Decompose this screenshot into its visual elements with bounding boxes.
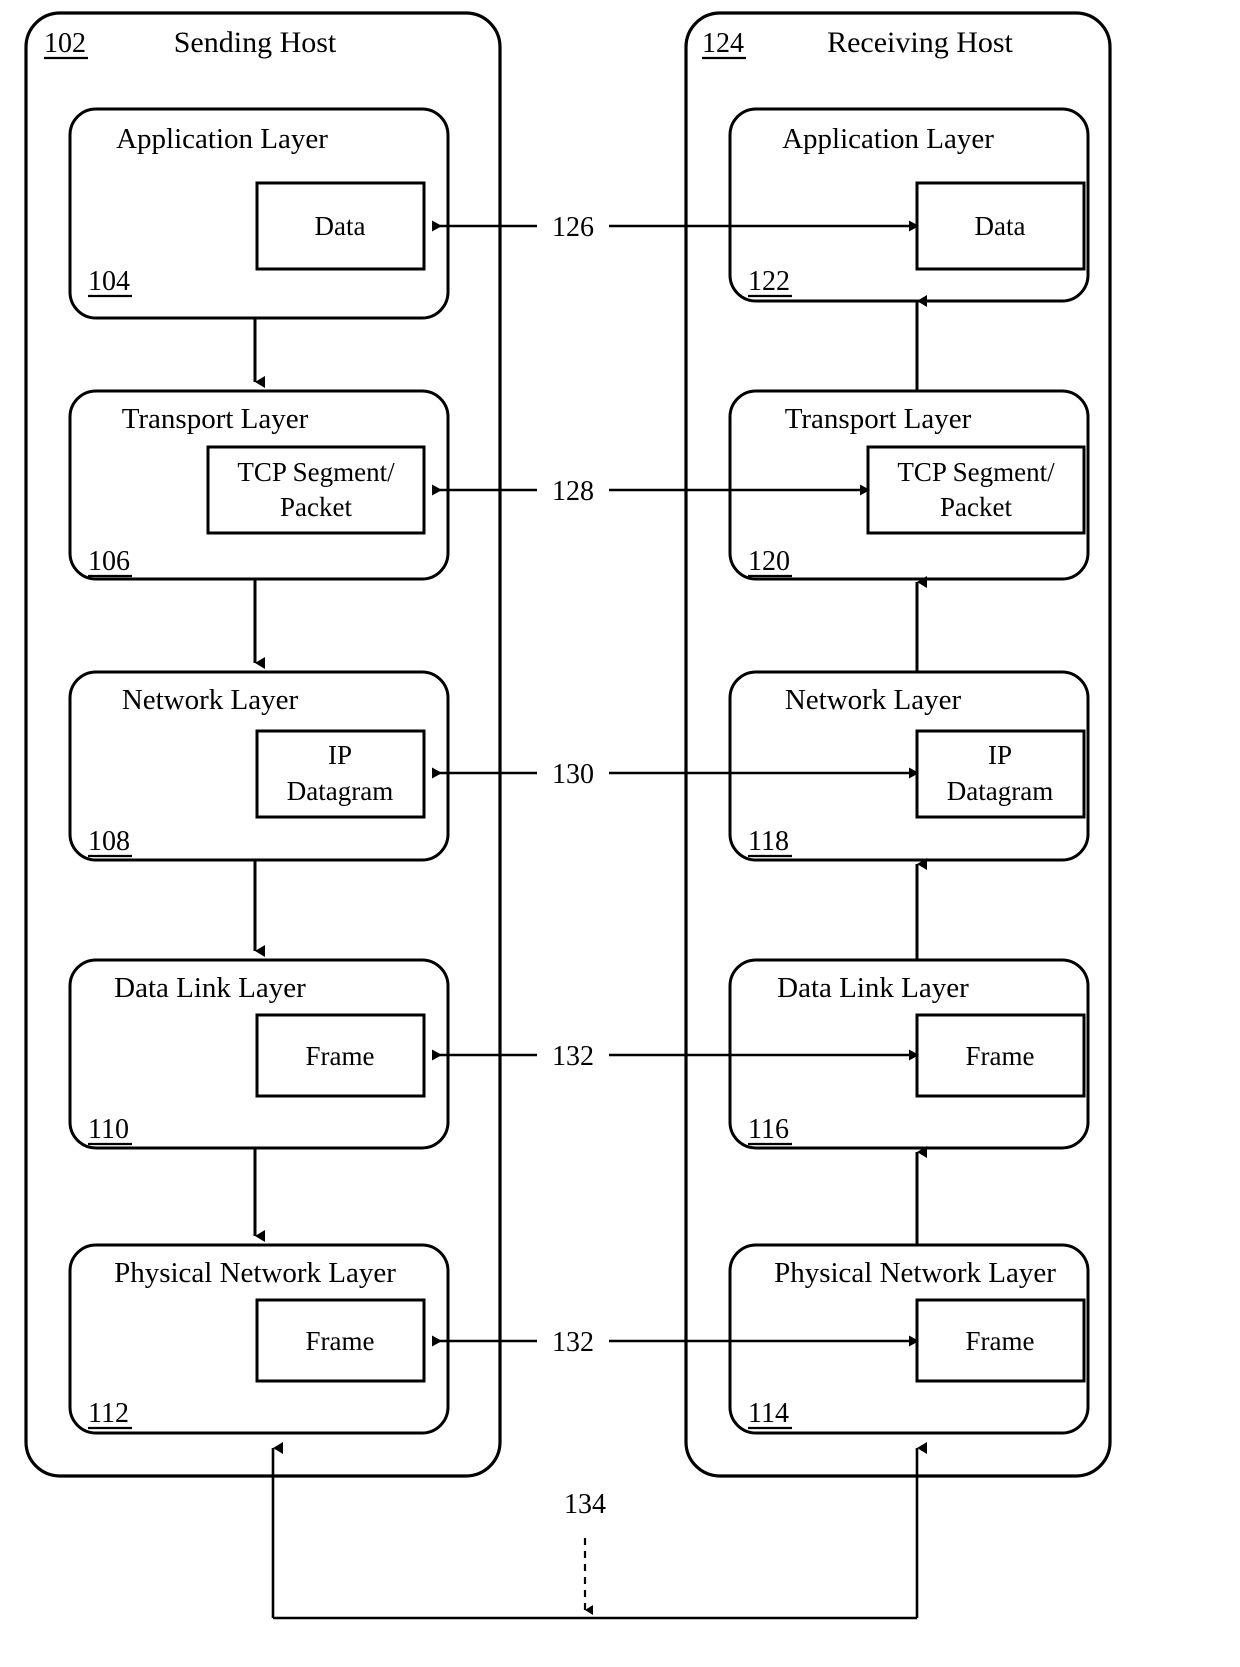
ref-132-physical: 132 bbox=[552, 1327, 594, 1358]
sending-transport-pdu-label-line2: Packet bbox=[280, 492, 352, 522]
ref-126: 126 bbox=[552, 212, 594, 243]
receiving-transport-pdu-label-line2: Packet bbox=[940, 492, 1012, 522]
ref-132-datalink: 132 bbox=[552, 1041, 594, 1072]
receiving-network-pdu-label-line2: Datagram bbox=[947, 776, 1053, 806]
sending-physical-pdu-label: Frame bbox=[306, 1326, 375, 1356]
sending-network-layer-title: Network Layer bbox=[122, 684, 299, 716]
figure-canvas: Sending Host Receiving Host 102 124 Appl… bbox=[0, 0, 1240, 1667]
network-stack-diagram: Sending Host Receiving Host 102 124 Appl… bbox=[24, 11, 1112, 1620]
ref-124: 124 bbox=[702, 28, 744, 59]
sending-transport-pdu-label-line1: TCP Segment/ bbox=[237, 457, 395, 487]
receiving-physical-pdu-label: Frame bbox=[966, 1326, 1035, 1356]
sending-network-pdu-label-line1: IP bbox=[328, 740, 352, 770]
receiving-application-layer-title: Application Layer bbox=[782, 123, 994, 155]
ref-104: 104 bbox=[88, 266, 130, 297]
sending-application-layer-title: Application Layer bbox=[116, 123, 328, 155]
receiving-physical-layer-title: Physical Network Layer bbox=[774, 1257, 1056, 1289]
receiving-network-layer-title: Network Layer bbox=[785, 684, 962, 716]
ref-130: 130 bbox=[552, 759, 594, 790]
receiving-datalink-layer-title: Data Link Layer bbox=[777, 972, 969, 1004]
ref-114: 114 bbox=[748, 1398, 789, 1429]
ref-110: 110 bbox=[88, 1114, 129, 1145]
receiving-datalink-pdu-label: Frame bbox=[966, 1041, 1035, 1071]
receiving-transport-layer-title: Transport Layer bbox=[785, 403, 972, 435]
receiving-network-pdu-label-line1: IP bbox=[988, 740, 1012, 770]
ref-122: 122 bbox=[748, 266, 790, 297]
sending-host-title: Sending Host bbox=[174, 26, 337, 59]
ref-120: 120 bbox=[748, 546, 790, 577]
sending-application-pdu-label: Data bbox=[315, 211, 366, 241]
ref-102: 102 bbox=[44, 28, 86, 59]
ref-134: 134 bbox=[564, 1489, 606, 1520]
ref-116: 116 bbox=[748, 1114, 789, 1145]
ref-118: 118 bbox=[748, 826, 789, 857]
sending-physical-layer-title: Physical Network Layer bbox=[114, 1257, 396, 1289]
ref-108: 108 bbox=[88, 826, 130, 857]
sending-transport-layer-title: Transport Layer bbox=[122, 403, 309, 435]
receiving-application-pdu-label: Data bbox=[975, 211, 1026, 241]
sending-datalink-layer-title: Data Link Layer bbox=[114, 972, 306, 1004]
ref-128: 128 bbox=[552, 476, 594, 507]
receiving-transport-pdu-label-line1: TCP Segment/ bbox=[897, 457, 1055, 487]
receiving-host-title: Receiving Host bbox=[827, 26, 1013, 59]
ref-112: 112 bbox=[88, 1398, 129, 1429]
sending-network-pdu-label-line2: Datagram bbox=[287, 776, 393, 806]
sending-datalink-pdu-label: Frame bbox=[306, 1041, 375, 1071]
ref-106: 106 bbox=[88, 546, 130, 577]
